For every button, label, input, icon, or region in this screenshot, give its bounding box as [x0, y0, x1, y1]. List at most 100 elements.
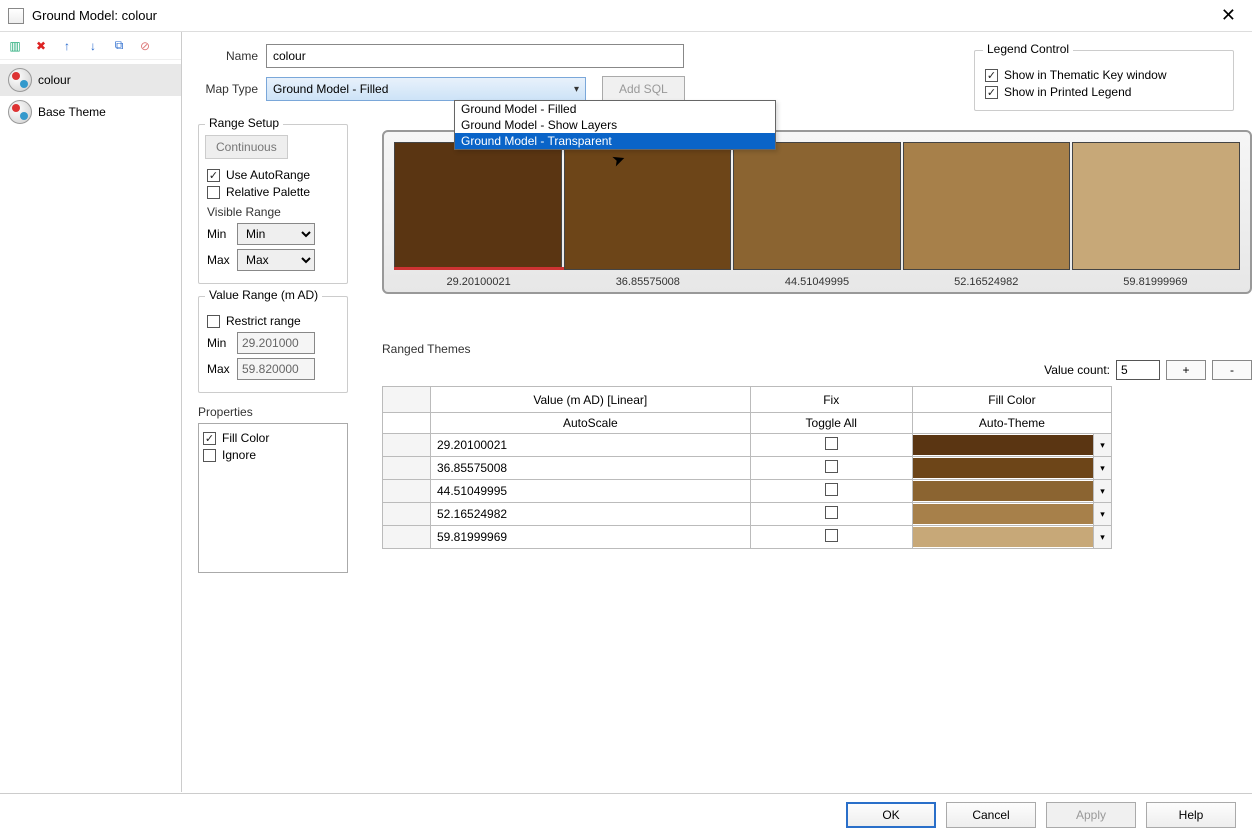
palette-swatch[interactable] — [733, 142, 901, 270]
value-cell[interactable]: 44.51049995 — [431, 480, 751, 503]
legend-control-label: Legend Control — [983, 42, 1073, 56]
palette-tick: 29.20100021 — [394, 276, 563, 288]
fill-color-cell[interactable]: ▾ — [912, 434, 1111, 457]
new-icon[interactable]: ▥ — [4, 35, 26, 57]
continuous-button: Continuous — [205, 135, 288, 159]
tree-item-label: colour — [38, 73, 71, 87]
map-type-select[interactable]: Ground Model - Filled ▾ — [266, 77, 586, 101]
value-count-label: Value count: — [1044, 363, 1110, 377]
palette-swatch[interactable] — [903, 142, 1071, 270]
map-type-label: Map Type — [198, 82, 258, 96]
up-icon[interactable]: ↑ — [56, 35, 78, 57]
chevron-down-icon: ▾ — [574, 84, 579, 95]
palette-swatch[interactable] — [564, 142, 732, 270]
properties-list[interactable]: ✓Fill Color Ignore — [198, 423, 348, 573]
help-button[interactable]: Help — [1146, 802, 1236, 828]
window-title: Ground Model: colour — [32, 8, 1213, 23]
value-count-minus[interactable]: - — [1212, 360, 1252, 380]
down-icon[interactable]: ↓ — [82, 35, 104, 57]
fill-color-cell[interactable]: ▾ — [912, 480, 1111, 503]
delete-icon[interactable]: ✖ — [30, 35, 52, 57]
properties-label: Properties — [198, 405, 348, 419]
row-header[interactable] — [383, 480, 431, 503]
value-max-input — [237, 358, 315, 380]
ok-button[interactable]: OK — [846, 802, 936, 828]
palette-tick: 52.16524982 — [902, 276, 1071, 288]
col-value[interactable]: Value (m AD) [Linear] — [431, 387, 751, 413]
value-cell[interactable]: 29.20100021 — [431, 434, 751, 457]
value-range-group: Value Range (m AD) Restrict range Min Ma… — [198, 296, 348, 393]
close-button[interactable]: ✕ — [1213, 5, 1244, 26]
value-cell[interactable]: 52.16524982 — [431, 503, 751, 526]
map-type-option[interactable]: Ground Model - Transparent — [455, 133, 775, 149]
fix-cell[interactable] — [750, 526, 912, 549]
visible-max-select[interactable]: Max — [237, 249, 315, 271]
col-fix[interactable]: Fix — [750, 387, 912, 413]
relative-palette-checkbox[interactable]: Relative Palette — [207, 185, 339, 199]
palette-preview: 29.2010002136.8557500844.5104999552.1652… — [382, 130, 1252, 294]
row-header[interactable] — [383, 434, 431, 457]
map-type-dropdown[interactable]: Ground Model - Filled Ground Model - Sho… — [454, 100, 776, 150]
restrict-range-checkbox[interactable]: Restrict range — [207, 314, 339, 328]
range-setup-label: Range Setup — [205, 116, 283, 130]
show-printed-checkbox[interactable]: ✓Show in Printed Legend — [985, 85, 1223, 99]
fill-color-cell[interactable]: ▾ — [912, 526, 1111, 549]
palette-swatch[interactable] — [1072, 142, 1240, 270]
tree-item-base-theme[interactable]: Base Theme — [0, 96, 181, 128]
theme-tree: colour Base Theme — [0, 60, 181, 792]
use-autorange-checkbox[interactable]: ✓Use AutoRange — [207, 168, 339, 182]
autoscale-button[interactable]: AutoScale — [431, 413, 751, 434]
table-row: 44.51049995 ▾ — [383, 480, 1112, 503]
auto-theme-button[interactable]: Auto-Theme — [912, 413, 1111, 434]
palette-tick: 59.81999969 — [1071, 276, 1240, 288]
col-fill[interactable]: Fill Color — [912, 387, 1111, 413]
prop-ignore-checkbox[interactable]: Ignore — [203, 448, 343, 462]
row-header[interactable] — [383, 503, 431, 526]
table-corner — [383, 387, 431, 413]
dialog-footer: OK Cancel Apply Help — [0, 793, 1252, 835]
map-type-option[interactable]: Ground Model - Filled — [455, 101, 775, 117]
value-count-input[interactable] — [1116, 360, 1160, 380]
name-label: Name — [198, 49, 258, 63]
table-row: 36.85575008 ▾ — [383, 457, 1112, 480]
value-cell[interactable]: 36.85575008 — [431, 457, 751, 480]
fix-cell[interactable] — [750, 434, 912, 457]
color-dropdown-icon[interactable]: ▾ — [1093, 480, 1111, 502]
palette-tick: 36.85575008 — [563, 276, 732, 288]
cancel-button[interactable]: Cancel — [946, 802, 1036, 828]
add-sql-button: Add SQL — [602, 76, 685, 102]
ranged-themes-label: Ranged Themes — [382, 342, 1252, 356]
row-header[interactable] — [383, 526, 431, 549]
visible-min-select[interactable]: Min — [237, 223, 315, 245]
color-dropdown-icon[interactable]: ▾ — [1093, 503, 1111, 525]
prop-fill-color-checkbox[interactable]: ✓Fill Color — [203, 431, 343, 445]
value-count-plus[interactable]: + — [1166, 360, 1206, 380]
color-dropdown-icon[interactable]: ▾ — [1093, 526, 1111, 548]
map-type-option[interactable]: Ground Model - Show Layers — [455, 117, 775, 133]
table-row: 52.16524982 ▾ — [383, 503, 1112, 526]
name-input[interactable] — [266, 44, 684, 68]
disable-icon[interactable]: ⊘ — [134, 35, 156, 57]
palette-indicator — [394, 267, 564, 270]
fill-color-cell[interactable]: ▾ — [912, 503, 1111, 526]
table-row: 59.81999969 ▾ — [383, 526, 1112, 549]
fix-cell[interactable] — [750, 480, 912, 503]
apply-button: Apply — [1046, 802, 1136, 828]
value-range-label: Value Range (m AD) — [205, 288, 322, 302]
palette-swatch[interactable] — [394, 142, 562, 270]
theme-icon — [8, 100, 32, 124]
toggle-all-button[interactable]: Toggle All — [750, 413, 912, 434]
copy-icon[interactable]: ⧉ — [108, 35, 130, 57]
tree-item-colour[interactable]: colour — [0, 64, 181, 96]
theme-icon — [8, 68, 32, 92]
show-thematic-checkbox[interactable]: ✓Show in Thematic Key window — [985, 68, 1223, 82]
row-header[interactable] — [383, 457, 431, 480]
fix-cell[interactable] — [750, 457, 912, 480]
value-cell[interactable]: 59.81999969 — [431, 526, 751, 549]
visible-range-label: Visible Range — [207, 205, 339, 219]
fix-cell[interactable] — [750, 503, 912, 526]
table-row: 29.20100021 ▾ — [383, 434, 1112, 457]
color-dropdown-icon[interactable]: ▾ — [1093, 434, 1111, 456]
fill-color-cell[interactable]: ▾ — [912, 457, 1111, 480]
color-dropdown-icon[interactable]: ▾ — [1093, 457, 1111, 479]
